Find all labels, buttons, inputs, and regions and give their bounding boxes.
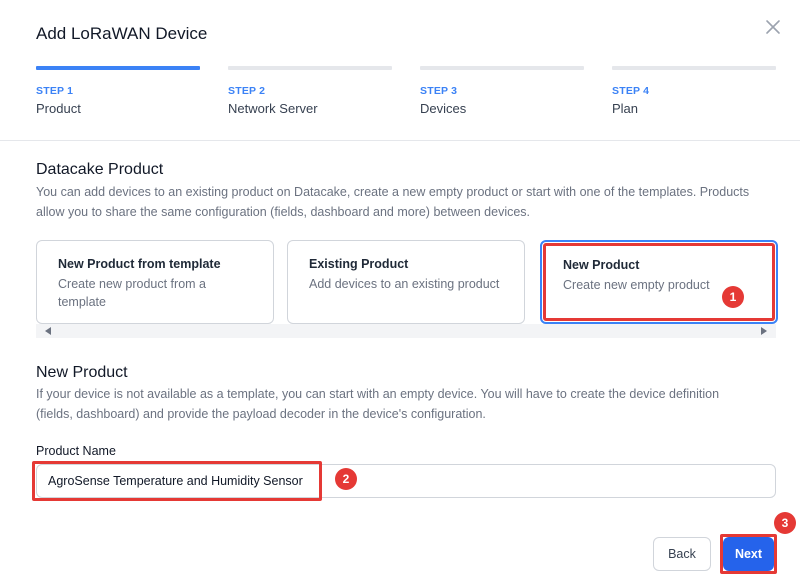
step-name: Product xyxy=(36,101,81,116)
annotation-badge: 2 xyxy=(335,468,357,490)
step-progress-bar xyxy=(36,66,200,70)
step-name: Network Server xyxy=(228,101,318,116)
card-title: Existing Product xyxy=(309,257,409,271)
datacake-product-heading: Datacake Product xyxy=(36,161,164,178)
divider xyxy=(0,140,800,141)
step-network-server: STEP 2 Network Server xyxy=(228,66,392,116)
card-subtitle: Add devices to an existing product xyxy=(309,277,500,291)
product-name-label: Product Name xyxy=(36,444,116,458)
card-new-product[interactable]: New Product Create new empty product xyxy=(540,240,778,324)
datacake-product-description: You can add devices to an existing produ… xyxy=(36,185,750,219)
card-title: New Product xyxy=(563,258,640,272)
annotation-badge: 1 xyxy=(722,286,744,308)
step-number: STEP 4 xyxy=(612,85,650,97)
step-progress-bar xyxy=(612,66,776,70)
step-product: STEP 1 Product xyxy=(36,66,200,116)
modal-title: Add LoRaWAN Device xyxy=(36,24,208,43)
step-name: Plan xyxy=(612,101,639,116)
card-title: New Product from template xyxy=(58,257,221,271)
new-product-heading: New Product xyxy=(36,364,128,381)
chevron-left-icon[interactable] xyxy=(45,327,51,335)
step-number: STEP 2 xyxy=(228,85,266,97)
next-button[interactable]: Next xyxy=(723,537,774,571)
step-progress-bar xyxy=(228,66,392,70)
add-device-modal: Add LoRaWAN Device STEP 1 Product STEP 2… xyxy=(0,0,800,584)
back-button[interactable]: Back xyxy=(653,537,711,571)
step-plan: STEP 4 Plan xyxy=(612,66,776,116)
horizontal-scrollbar[interactable] xyxy=(36,324,776,338)
step-name: Devices xyxy=(420,101,467,116)
annotation-badge: 3 xyxy=(774,512,796,534)
new-product-description: If your device is not available as a tem… xyxy=(36,387,720,421)
step-progress-bar xyxy=(420,66,584,70)
product-name-input[interactable] xyxy=(36,464,776,498)
card-subtitle: Create new product from a template xyxy=(58,277,206,309)
card-existing-product[interactable]: Existing Product Add devices to an exist… xyxy=(287,240,525,324)
step-number: STEP 3 xyxy=(420,85,458,97)
step-devices: STEP 3 Devices xyxy=(420,66,584,116)
card-new-product-from-template[interactable]: New Product from template Create new pro… xyxy=(36,240,274,324)
step-number: STEP 1 xyxy=(36,85,74,97)
close-icon[interactable] xyxy=(762,16,784,38)
chevron-right-icon[interactable] xyxy=(761,327,767,335)
